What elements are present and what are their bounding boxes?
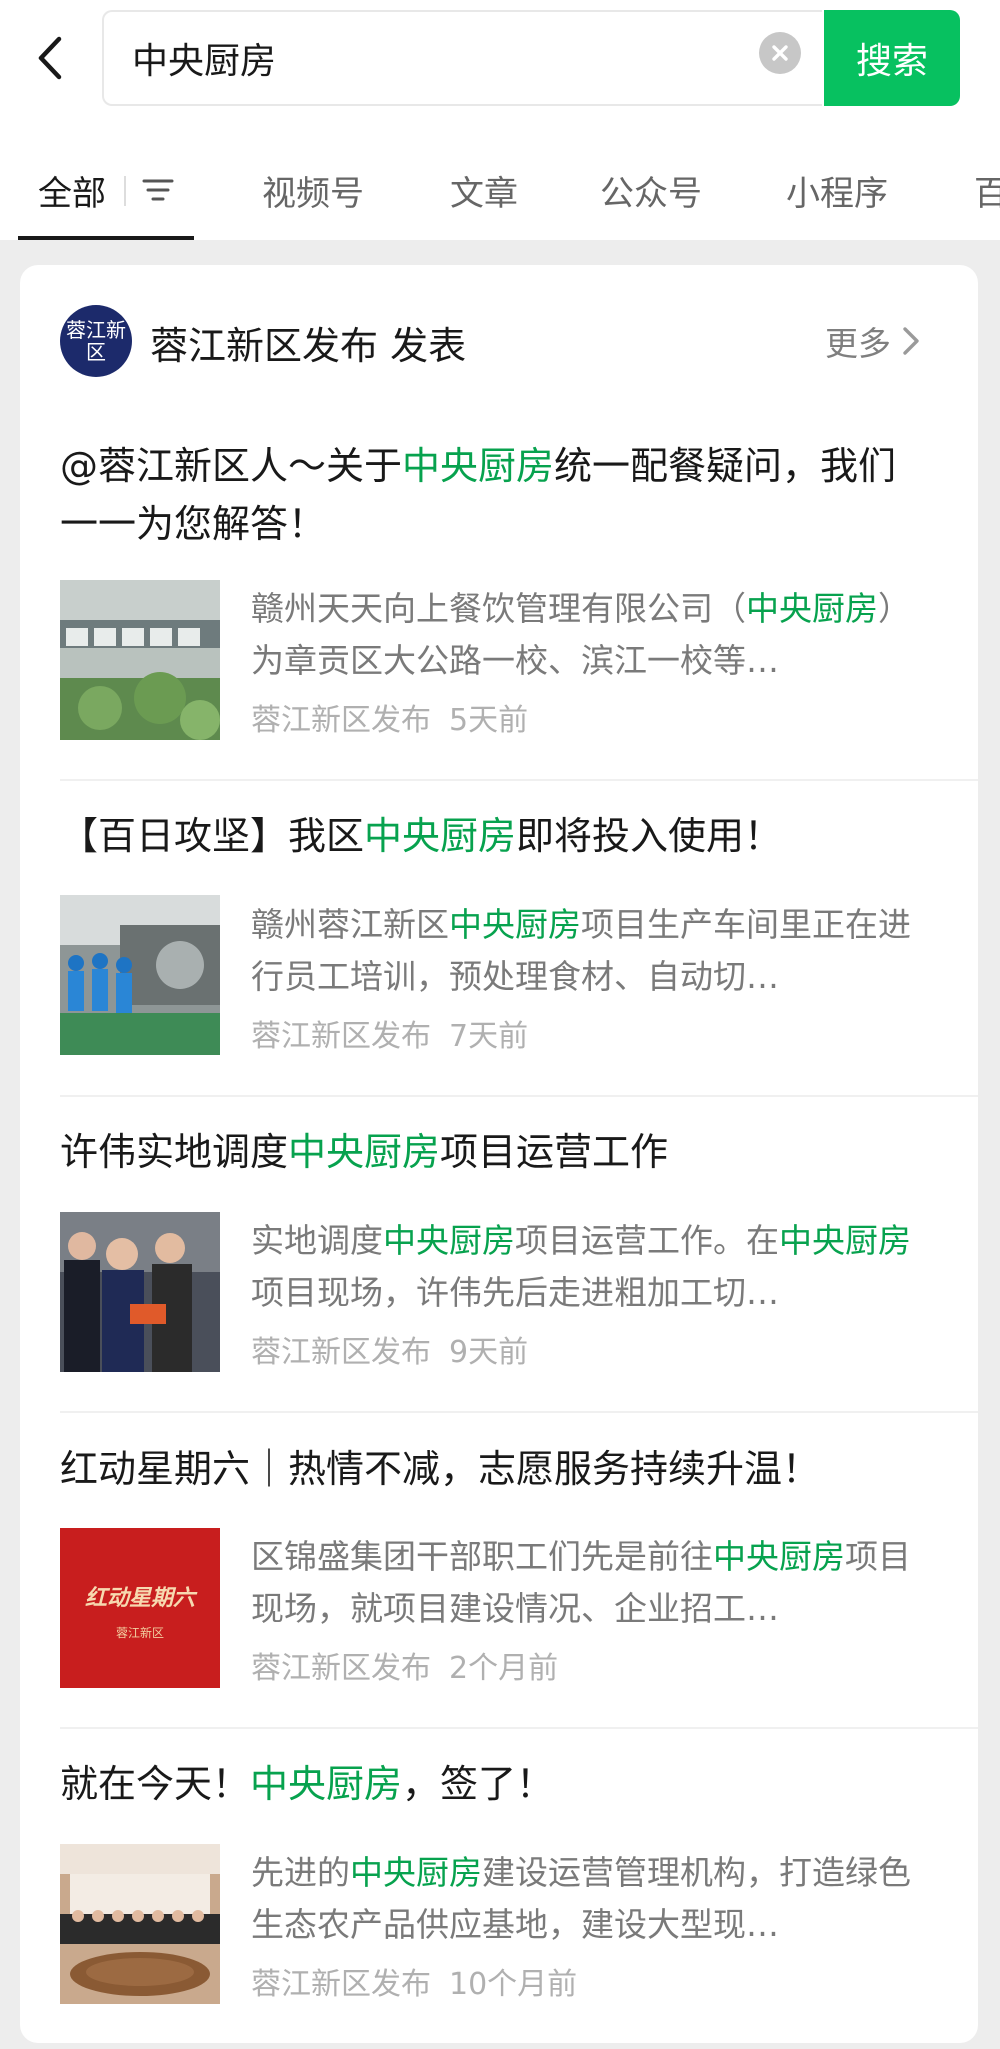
tab-mini-programs[interactable]: 小程序 [786,166,888,215]
result-card: 蓉江新区 蓉江新区发布 发表 更多 @蓉江新区人～关于中央厨房统一配餐疑问，我们… [20,265,978,2043]
snippet-text: 先进的 [251,1853,350,1892]
article-source: 蓉江新区发布 [251,1335,431,1370]
article-meta: 蓉江新区发布 9天前 [251,1327,528,1371]
snippet-highlight: 中央厨房 [713,1537,845,1576]
article-title: @蓉江新区人～关于中央厨房统一配餐疑问，我们一一为您解答！ [60,437,930,553]
title-text: 红动星期六｜热情不减，志愿服务持续升温！ [60,1447,821,1491]
article-meta: 蓉江新区发布 5天前 [251,695,528,739]
article-snippet: 先进的中央厨房建设运营管理机构，打造绿色生态农产品供应基地，建设大型现… [251,1847,931,1951]
snippet-highlight: 中央厨房 [350,1853,482,1892]
top-bar: 搜索 全部 视频号 文章 公众号 小程序 百 [0,0,1000,240]
title-text: @蓉江新区人～关于 [60,444,403,488]
article-item[interactable]: 就在今天！中央厨房，签了！ 先进的中央厨房建设运营管理机构，打造绿色生态农产品供… [60,1755,940,2043]
article-source: 蓉江新区发布 [251,1967,431,2002]
title-text: 【百日攻坚】我区 [60,814,365,858]
title-text: 就在今天！ [60,1762,251,1806]
account-avatar[interactable]: 蓉江新区 [60,305,132,377]
title-text: 项目运营工作 [440,1130,669,1174]
search-button[interactable]: 搜索 [824,10,960,106]
title-highlight: 中央厨房 [364,814,517,858]
close-icon [772,45,788,61]
avatar-text: 蓉江新区 [66,318,126,364]
title-highlight: 中央厨房 [288,1130,441,1174]
tab-articles[interactable]: 文章 [450,166,518,215]
title-text: ，签了！ [402,1762,555,1806]
snippet-text: 实地调度 [251,1221,383,1260]
more-label: 更多 [825,324,891,363]
title-highlight: 中央厨房 [402,444,555,488]
snippet-highlight: 中央厨房 [746,589,878,628]
title-highlight: 中央厨房 [250,1762,403,1806]
article-thumbnail [60,580,220,740]
article-title: 【百日攻坚】我区中央厨房即将投入使用！ [60,807,930,865]
thumbnail-subcaption: 蓉江新区 [115,1626,164,1640]
snippet-highlight: 中央厨房 [383,1221,515,1260]
snippet-text: 区锦盛集团干部职工们先是前往 [251,1537,713,1576]
article-time: 9天前 [449,1335,529,1370]
article-time: 5天前 [449,703,529,738]
active-tab-indicator [18,236,194,240]
divider [60,1095,978,1097]
divider [60,1411,978,1413]
article-meta: 蓉江新区发布 2个月前 [251,1643,558,1687]
back-button[interactable] [22,30,78,86]
filter-icon[interactable] [140,172,176,208]
article-time: 7天前 [449,1019,529,1054]
article-title: 就在今天！中央厨房，签了！ [60,1755,930,1813]
tab-baike[interactable]: 百 [974,166,1000,215]
article-thumbnail [60,1212,220,1372]
account-title[interactable]: 蓉江新区发布 发表 [150,315,466,370]
divider [60,779,978,781]
article-time: 10个月前 [449,1967,578,2002]
article-meta: 蓉江新区发布 7天前 [251,1011,528,1055]
article-item[interactable]: 红动星期六｜热情不减，志愿服务持续升温！ 红动星期六 蓉江新区 区锦盛集团干部职… [60,1440,940,1757]
chevron-right-icon [903,327,919,355]
article-snippet: 赣州天天向上餐饮管理有限公司（中央厨房）为章贡区大公路一校、滨江一校等… [251,583,931,687]
article-thumbnail [60,895,220,1055]
article-meta: 蓉江新区发布 10个月前 [251,1959,577,2003]
search-box [102,10,822,106]
article-source: 蓉江新区发布 [251,1651,431,1686]
more-button[interactable]: 更多 [825,317,925,365]
article-item[interactable]: @蓉江新区人～关于中央厨房统一配餐疑问，我们一一为您解答！ 赣州天天向上餐饮管理… [60,437,940,754]
article-snippet: 实地调度中央厨房项目运营工作。在中央厨房项目现场，许伟先后走进粗加工切… [251,1215,931,1319]
clear-search-button[interactable] [759,32,801,74]
title-text: 许伟实地调度 [60,1130,289,1174]
article-item[interactable]: 许伟实地调度中央厨房项目运营工作 实地调度中央厨房项目运营工作。在中央厨房项目现… [60,1123,940,1440]
filter-tabs: 全部 视频号 文章 公众号 小程序 百 [0,140,1000,240]
article-thumbnail [60,1844,220,2004]
search-input[interactable] [132,28,722,88]
snippet-text: 项目运营工作。在 [515,1221,779,1260]
snippet-text: 赣州蓉江新区 [251,905,449,944]
article-title: 许伟实地调度中央厨房项目运营工作 [60,1123,930,1181]
article-source: 蓉江新区发布 [251,1019,431,1054]
snippet-highlight: 中央厨房 [779,1221,911,1260]
chevron-left-icon [38,36,62,80]
article-time: 2个月前 [449,1651,559,1686]
tab-divider [124,176,126,206]
title-text: 即将投入使用！ [516,814,783,858]
snippet-highlight: 中央厨房 [449,905,581,944]
article-snippet: 区锦盛集团干部职工们先是前往中央厨房项目现场，就项目建设情况、企业招工… [251,1531,931,1635]
thumbnail-caption: 红动星期六 [84,1585,195,1611]
tab-all[interactable]: 全部 [38,166,106,215]
tab-official-accounts[interactable]: 公众号 [600,166,702,215]
article-source: 蓉江新区发布 [251,703,431,738]
article-snippet: 赣州蓉江新区中央厨房项目生产车间里正在进行员工培训，预处理食材、自动切… [251,899,931,1003]
article-item[interactable]: 【百日攻坚】我区中央厨房即将投入使用！ 赣州蓉江新区中央厨房项目生产车间里正在进… [60,807,940,1124]
tab-channels[interactable]: 视频号 [262,166,364,215]
snippet-text: 赣州天天向上餐饮管理有限公司（ [251,589,746,628]
snippet-text: 项目现场，许伟先后走进粗加工切… [251,1273,779,1312]
article-thumbnail: 红动星期六 蓉江新区 [60,1528,220,1688]
divider [60,1727,978,1729]
article-title: 红动星期六｜热情不减，志愿服务持续升温！ [60,1440,930,1498]
